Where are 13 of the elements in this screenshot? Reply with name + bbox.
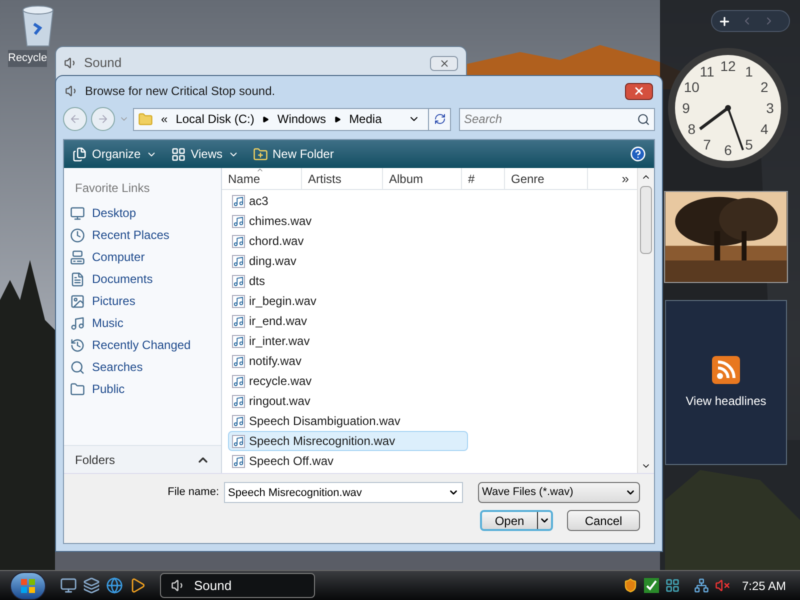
start-button[interactable] bbox=[10, 572, 46, 600]
shield-icon[interactable] bbox=[622, 578, 638, 593]
taskbar-button[interactable]: Sound bbox=[160, 573, 315, 598]
grid-icon[interactable] bbox=[664, 578, 680, 593]
show-desktop-icon[interactable] bbox=[60, 577, 77, 594]
windows-logo-icon bbox=[20, 578, 36, 594]
switch-windows-icon[interactable] bbox=[83, 577, 100, 594]
taskbar-clock[interactable]: 7:25 AM bbox=[742, 576, 786, 594]
media-player-icon[interactable] bbox=[129, 577, 146, 594]
check-icon[interactable] bbox=[644, 578, 659, 593]
browser-icon[interactable] bbox=[106, 577, 123, 594]
network-icon[interactable] bbox=[694, 578, 709, 593]
muted-speaker-icon[interactable] bbox=[714, 578, 730, 593]
